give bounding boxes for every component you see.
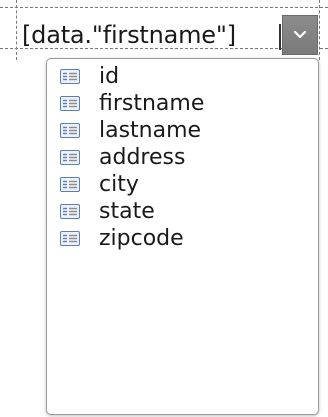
dropdown-button[interactable] [282,15,318,55]
table-field-icon [59,123,81,139]
table-field-icon [59,150,81,166]
list-item-label: city [99,172,139,197]
list-item-label: zipcode [99,226,184,251]
chevron-down-icon [293,30,307,40]
list-item-city[interactable]: city [47,171,318,198]
list-item-state[interactable]: state [47,198,318,225]
guide-line-left [16,0,17,60]
data-field-combobox[interactable]: [data."firstname"] [22,15,328,55]
table-field-icon [59,69,81,85]
list-item-label: state [99,199,155,224]
list-item-address[interactable]: address [47,144,318,171]
list-item-label: id [99,64,120,89]
list-item-zipcode[interactable]: zipcode [47,225,318,252]
guide-line-top [0,7,328,8]
table-field-icon [59,96,81,112]
list-item-label: firstname [99,91,205,116]
field-dropdown-list[interactable]: id firstname lastname address city state… [46,58,319,415]
table-field-icon [59,231,81,247]
list-item-lastname[interactable]: lastname [47,117,318,144]
list-item-label: address [99,145,186,170]
combobox-value[interactable]: [data."firstname"] [22,17,282,53]
list-item-firstname[interactable]: firstname [47,90,318,117]
report-designer-canvas: [data."firstname"] id firstname lastname… [0,0,328,417]
text-cursor [279,24,281,50]
table-field-icon [59,177,81,193]
list-item-id[interactable]: id [47,63,318,90]
list-item-label: lastname [99,118,202,143]
table-field-icon [59,204,81,220]
